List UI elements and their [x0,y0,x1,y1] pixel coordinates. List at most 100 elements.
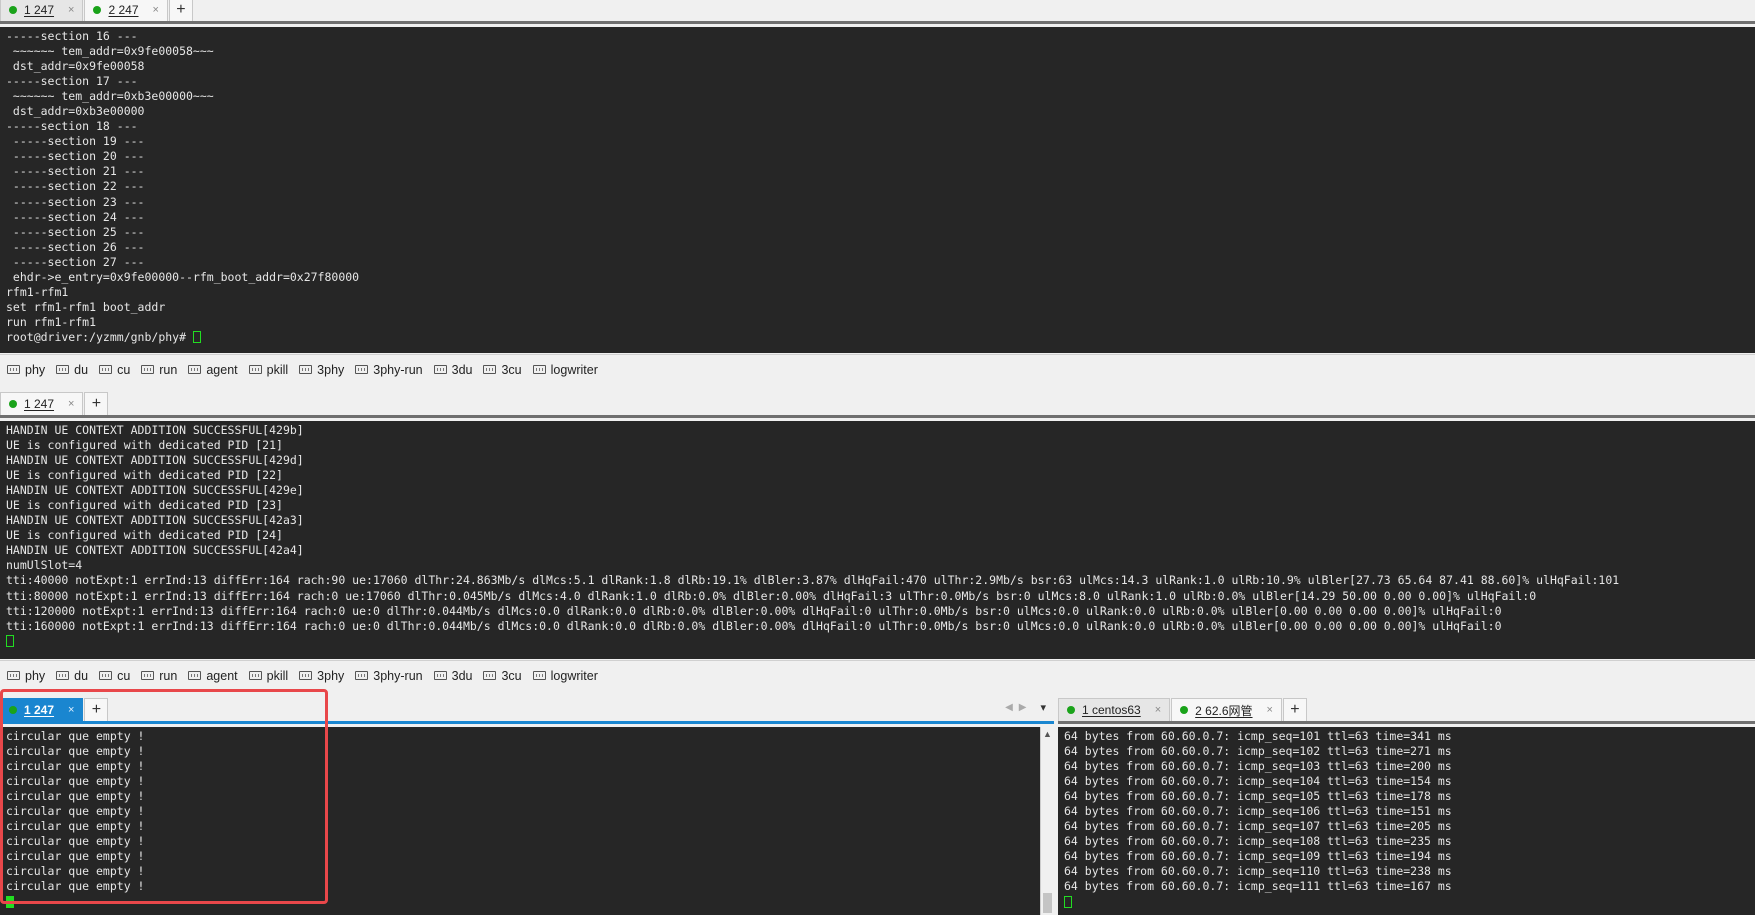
pane1-tab-1[interactable]: 1 247 × [0,0,84,21]
quick-command-button[interactable]: 3phy [299,669,344,683]
terminal-line: HANDIN UE CONTEXT ADDITION SUCCESSFUL[42… [6,453,304,468]
terminal-line: circular que empty ! [6,849,145,864]
keyboard-icon [56,365,70,374]
tab-menu-icon[interactable]: ▾ [1040,701,1046,714]
quick-command-label: cu [117,668,131,683]
close-icon[interactable]: × [68,398,74,410]
quick-command-button[interactable]: pkill [248,669,288,683]
quick-command-button[interactable]: logwriter [532,668,598,683]
keyboard-icon [433,365,447,374]
quick-command-label: run [159,668,178,683]
quick-command-button[interactable]: 3du [433,363,472,377]
scroll-thumb[interactable] [1043,893,1052,913]
prompt-line: root@driver:/yzmm/gnb/phy# [6,330,1749,345]
quick-command-label: 3phy-run [373,362,423,377]
quick-command-bar-1: phy du cu run agent pkill 3phy 3phy-run 3du 3cu lo… [0,354,1755,384]
prev-tab-icon[interactable]: ◀ [1005,702,1013,713]
quick-command-button[interactable]: 3phy-run [355,362,423,377]
terminal-line: circular que empty ! [6,789,145,804]
connected-icon [9,400,17,408]
close-icon[interactable]: × [68,4,74,16]
pane-splitter[interactable] [1054,694,1058,915]
pane4-tab-1[interactable]: 1 centos63 × [1058,698,1171,721]
terminal-pane-2[interactable]: HANDIN UE CONTEXT ADDITION SUCCESSFUL[42… [0,421,1755,659]
quick-command-button[interactable]: agent [188,668,238,683]
quick-command-button[interactable]: 3du [433,669,472,683]
terminal-line: HANDIN UE CONTEXT ADDITION SUCCESSFUL[42… [6,483,304,498]
keyboard-icon [141,365,155,374]
quick-command-label: 3cu [501,362,522,377]
keyboard-icon [532,365,546,374]
pane3-tabbar: 1 247 × + ◀ ▶ ▾ [0,694,1054,724]
quick-command-button[interactable]: 3cu [483,362,522,377]
next-tab-icon[interactable]: ▶ [1019,702,1027,713]
pane4-tab-2[interactable]: 2 62.6网管 × [1171,698,1282,721]
terminal-line: -----section 16 --- [6,29,138,43]
keyboard-icon [355,365,369,374]
terminal-line: tti:80000 notExpt:1 errInd:13 diffErr:16… [6,588,1537,603]
pane3-tab-1[interactable]: 1 247 × [0,698,84,721]
tab-label: 2 62.6网管 [1195,703,1253,718]
close-icon[interactable]: × [1155,704,1161,716]
terminal-line: -----section 19 --- [6,134,145,149]
vertical-scrollbar[interactable]: ▲ [1040,727,1054,915]
terminal-line: ehdr->e_entry=0x9fe00000--rfm_boot_addr=… [6,269,360,284]
quick-command-button[interactable]: du [56,669,88,683]
new-tab-button[interactable]: + [168,0,193,21]
quick-command-button[interactable]: phy [7,363,45,377]
quick-command-button[interactable]: pkill [248,363,288,377]
quick-command-button[interactable]: cu [99,669,130,683]
quick-command-label: cu [117,362,131,377]
quick-command-button[interactable]: 3phy [299,363,344,377]
pane1-tab-2[interactable]: 2 247 × [84,0,168,21]
quick-command-button[interactable]: 3cu [483,669,522,683]
terminal-line: tti:120000 notExpt:1 errInd:13 diffErr:1… [6,603,1502,618]
keyboard-icon [248,671,262,680]
keyboard-icon [299,671,313,680]
terminal-line: -----section 23 --- [6,194,145,209]
quick-command-button[interactable]: 3phy-run [355,669,423,683]
keyboard-icon [7,671,20,680]
quick-command-button[interactable]: phy [7,669,45,683]
terminal-line: 64 bytes from 60.60.0.7: icmp_seq=105 tt… [1064,789,1452,804]
quick-command-label: agent [206,668,238,683]
close-icon[interactable]: × [1267,704,1273,716]
terminal-line: set rfm1-rfm1 boot_addr [6,299,166,314]
keyboard-icon [99,671,113,680]
terminal-line: dst_addr=0x9fe00058 [6,59,145,74]
new-tab-button[interactable]: + [84,698,109,721]
terminal-line: 64 bytes from 60.60.0.7: icmp_seq=107 tt… [1064,819,1452,834]
terminal-pane-1[interactable]: -----section 16 --- ~~~~~~ tem_addr=0x9f… [0,27,1755,353]
scroll-up-icon[interactable]: ▲ [1041,727,1054,741]
terminal-line: run rfm1-rfm1 [6,314,97,329]
quick-command-button[interactable]: run [141,669,177,683]
connected-icon [93,6,102,14]
new-tab-button[interactable]: + [84,392,109,415]
terminal-line: HANDIN UE CONTEXT ADDITION SUCCESSFUL[42… [6,513,304,528]
pane1-tabbar: 1 247 × 2 247 × + [0,0,1755,24]
new-tab-button[interactable]: + [1282,698,1307,721]
terminal-line: 64 bytes from 60.60.0.7: icmp_seq=104 tt… [1064,774,1452,789]
terminal-line: 64 bytes from 60.60.0.7: icmp_seq=103 tt… [1064,759,1452,774]
pane2-tabbar: 1 247 × + [0,391,1755,418]
keyboard-icon [483,671,497,680]
quick-command-button[interactable]: logwriter [532,363,598,377]
pane2-tab-1[interactable]: 1 247 × [0,392,84,415]
terminal-line: tti:160000 notExpt:1 errInd:13 diffErr:1… [6,618,1502,633]
terminal-pane-4[interactable]: 64 bytes from 60.60.0.7: icmp_seq=101 tt… [1058,727,1755,915]
keyboard-icon [188,365,202,374]
shell-prompt: root@driver:/yzmm/gnb/phy# [6,329,193,344]
quick-command-button[interactable]: run [141,363,177,377]
close-icon[interactable]: × [153,4,159,16]
quick-command-button[interactable]: cu [99,363,130,377]
quick-command-label: du [74,668,89,683]
close-icon[interactable]: × [68,704,74,716]
keyboard-icon [299,365,313,374]
quick-command-button[interactable]: du [56,363,88,377]
quick-command-label: logwriter [550,668,598,683]
quick-command-button[interactable]: agent [188,363,238,377]
tab-label: 1 247 [24,3,55,17]
terminal-line: circular que empty ! [6,834,145,849]
terminal-pane-3[interactable]: circular que empty ! circular que empty !… [0,727,1040,915]
terminal-line: HANDIN UE CONTEXT ADDITION SUCCESSFUL[42… [6,423,304,437]
